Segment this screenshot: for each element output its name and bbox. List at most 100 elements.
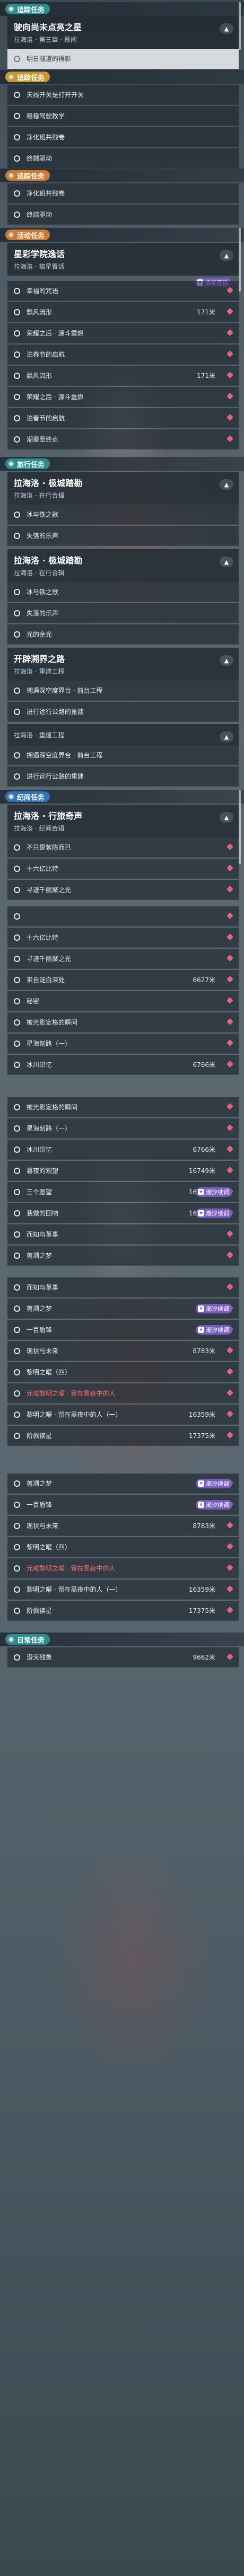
track-marker-icon[interactable] bbox=[226, 308, 233, 315]
track-marker-icon[interactable] bbox=[226, 1347, 233, 1354]
section-header-daily[interactable]: 日常任务 bbox=[0, 1633, 244, 1646]
collapse-chevron-icon[interactable]: ▲ bbox=[220, 250, 233, 261]
task-row[interactable]: 一百盾锋 ★ 潮汐续调 bbox=[7, 1495, 239, 1515]
task-row[interactable]: 星海刻路（一） bbox=[7, 1034, 239, 1054]
task-row[interactable]: 失落的乐声 bbox=[7, 603, 239, 623]
track-marker-icon[interactable] bbox=[226, 1167, 233, 1174]
task-row[interactable]: 剪溯之梦 ★ 潮汐续调 bbox=[7, 1299, 239, 1319]
task-row[interactable]: 我做的回响16888米★潮汐续调 bbox=[7, 1203, 239, 1223]
quest-card-header[interactable]: 拉海洛 · 极城踏勘 拉海洛 · 在行合辑 ▲ bbox=[7, 549, 239, 582]
track-marker-icon[interactable] bbox=[226, 1607, 233, 1613]
track-marker-icon[interactable] bbox=[226, 912, 233, 919]
task-row[interactable]: 寻迹千丽聚之光 bbox=[7, 949, 239, 969]
task-row[interactable]: 不只是紫陈而已 bbox=[7, 837, 239, 858]
task-row[interactable]: 一百盾锋 ★ 潮汐续调 bbox=[7, 1320, 239, 1340]
task-row[interactable]: 被光影定格的瞬间 bbox=[7, 1097, 239, 1117]
quest-type-icon bbox=[8, 794, 14, 799]
quest-card-header[interactable]: 拉海洛 · 重建工程 ▲ bbox=[7, 724, 239, 745]
task-row[interactable]: 幸福的咒语 bbox=[7, 281, 239, 301]
task-row[interactable]: 泊春节的启航 bbox=[7, 408, 239, 428]
task-row[interactable]: 来自淀白深处 6627米 bbox=[7, 970, 239, 990]
collapse-chevron-icon[interactable]: ▲ bbox=[220, 557, 233, 567]
task-row[interactable]: 净化班共残卷 bbox=[7, 183, 239, 204]
task-row[interactable]: 进行远行公路的重建 bbox=[7, 766, 239, 787]
task-row[interactable]: 黎明之曜 · 留在黑夜中的人（一） 16359米 bbox=[7, 1580, 239, 1600]
section-header-trip[interactable]: 旅行任务 bbox=[0, 457, 244, 471]
task-row[interactable]: 阶佩读星 17375米 bbox=[7, 1601, 239, 1621]
task-row[interactable]: 冰川印忆 6766米 bbox=[7, 1055, 239, 1075]
task-row[interactable]: 稳稳驾驶教学 bbox=[7, 106, 239, 126]
task-row[interactable]: 失落的乐声 bbox=[7, 526, 239, 546]
task-row[interactable]: 冰川印忆 6766米 bbox=[7, 1140, 239, 1160]
section-header-world[interactable]: 纪闻任务 bbox=[0, 790, 244, 804]
task-row[interactable]: 剪溯之梦 bbox=[7, 1246, 239, 1266]
task-row[interactable]: 阶佩读星 17375米 bbox=[7, 1426, 239, 1446]
task-row[interactable]: 光的余光 bbox=[7, 624, 239, 645]
collapse-chevron-icon[interactable]: ▲ bbox=[220, 655, 233, 666]
task-row[interactable]: 元戒黎明之曜 · 留在黑夜中的人 bbox=[7, 1558, 239, 1578]
track-marker-icon[interactable] bbox=[226, 1653, 233, 1660]
task-row[interactable]: 而知与革事 bbox=[7, 1224, 239, 1245]
quest-card-header[interactable]: 驶向尚未点亮之星 拉海洛 · 第三章 · 幕间 ▲ bbox=[7, 16, 239, 49]
task-row[interactable]: 星海刻路（一） bbox=[7, 1118, 239, 1139]
track-marker-icon[interactable] bbox=[226, 1585, 233, 1592]
collapse-chevron-icon[interactable]: ▲ bbox=[220, 812, 233, 823]
task-row[interactable]: 黎明之曜 · 留在黑夜中的人（一） 16359米 bbox=[7, 1405, 239, 1425]
task-row[interactable]: 荣耀之后 · 源斗重燃 bbox=[7, 387, 239, 407]
task-row[interactable]: 进行远行公路的重建 bbox=[7, 702, 239, 722]
task-row[interactable]: 天线开关是打开开关 bbox=[7, 85, 239, 105]
task-row[interactable]: 被光影定格的瞬间 bbox=[7, 1012, 239, 1033]
task-row[interactable]: 飘风流形 171米 bbox=[7, 366, 239, 386]
collapse-chevron-icon[interactable]: ▲ bbox=[220, 731, 233, 742]
section-header-side1[interactable]: 追踪任务 bbox=[0, 70, 244, 84]
task-row[interactable]: 终端驱动 bbox=[7, 205, 239, 225]
task-row[interactable]: 潮豪至终点 bbox=[7, 429, 239, 449]
track-marker-icon[interactable] bbox=[226, 1145, 233, 1152]
task-row[interactable]: 秘密 bbox=[7, 991, 239, 1011]
task-row[interactable]: 荣耀之后 · 源斗重燃 bbox=[7, 323, 239, 343]
section-header-cut1[interactable]: 追踪任务 bbox=[0, 169, 244, 182]
task-row[interactable]: 暮夜的观望 16749米 bbox=[7, 1161, 239, 1181]
track-marker-icon[interactable] bbox=[226, 1432, 233, 1439]
task-row[interactable]: 冰与铁之歌 bbox=[7, 505, 239, 525]
task-row[interactable]: 黎明之曜（四） bbox=[7, 1362, 239, 1382]
quest-card-header[interactable]: 拉海洛 · 极城踏勘 拉海洛 · 在行合辑 ▲ bbox=[7, 472, 239, 505]
task-row[interactable]: 泊春节的启航 bbox=[7, 345, 239, 365]
task-row[interactable]: 拥遇深空度界台 · 前台工程 bbox=[7, 745, 239, 765]
task-bullet-icon bbox=[14, 865, 20, 872]
scrollbar-thumb[interactable] bbox=[239, 790, 241, 864]
task-row[interactable]: 寻迹千丽聚之光 bbox=[7, 880, 239, 900]
quest-card-header[interactable]: 拉海洛 · 行旅奇声 拉海洛 · 纪闻合辑 ▲ bbox=[7, 805, 239, 837]
scrollbar-thumb[interactable] bbox=[239, 228, 241, 292]
task-row[interactable]: 元戒黎明之曜 · 留在黑夜中的人 bbox=[7, 1383, 239, 1404]
task-row[interactable]: 黎明之曜（四） bbox=[7, 1537, 239, 1557]
track-marker-icon[interactable] bbox=[226, 976, 233, 983]
task-row[interactable]: 明日隧道的得影 bbox=[7, 49, 239, 69]
task-bullet-icon bbox=[14, 91, 20, 98]
task-row[interactable]: 冰与铁之歌 bbox=[7, 582, 239, 602]
task-row[interactable]: 十六亿比特 bbox=[7, 859, 239, 879]
track-marker-icon[interactable] bbox=[226, 372, 233, 378]
task-row[interactable]: 拥遇深空度界台 · 前台工程 bbox=[7, 681, 239, 701]
task-row[interactable]: 现状与未来 8783米 bbox=[7, 1341, 239, 1361]
task-row[interactable]: 剪溯之梦 ★ 潮汐续调 bbox=[7, 1474, 239, 1494]
task-row[interactable]: 澄天残象 9662米 bbox=[7, 1647, 239, 1668]
task-row[interactable]: 现状与未来 8783米 bbox=[7, 1516, 239, 1536]
track-marker-icon[interactable] bbox=[226, 1410, 233, 1417]
task-row[interactable] bbox=[7, 906, 239, 927]
task-row[interactable]: 而知与革事 bbox=[7, 1277, 239, 1298]
section-header-activity[interactable]: 活动任务 bbox=[0, 228, 244, 242]
scrollbar-thumb[interactable] bbox=[239, 2, 241, 50]
task-row[interactable]: 三个愿望16725米★潮汐续调 bbox=[7, 1182, 239, 1202]
quest-card-header[interactable]: 开辟溯界之路 拉海洛 · 重建工程 ▲ bbox=[7, 648, 239, 681]
track-marker-icon[interactable] bbox=[226, 1522, 233, 1529]
task-row[interactable]: 飘风流形 171米 bbox=[7, 302, 239, 322]
quest-card-header[interactable]: 星彩学院逸话拉海洛 · 搞星置话▲★请星宽话 bbox=[7, 243, 239, 287]
track-marker-icon[interactable] bbox=[226, 1061, 233, 1068]
task-row[interactable]: 十六亿比特 bbox=[7, 928, 239, 948]
task-row[interactable]: 净化班共残卷 bbox=[7, 127, 239, 147]
section-header-tracking[interactable]: 追踪任务 bbox=[0, 2, 244, 16]
collapse-chevron-icon[interactable]: ▲ bbox=[220, 479, 233, 490]
collapse-chevron-icon[interactable]: ▲ bbox=[220, 23, 233, 34]
task-row[interactable]: 终端驱动 bbox=[7, 148, 239, 169]
